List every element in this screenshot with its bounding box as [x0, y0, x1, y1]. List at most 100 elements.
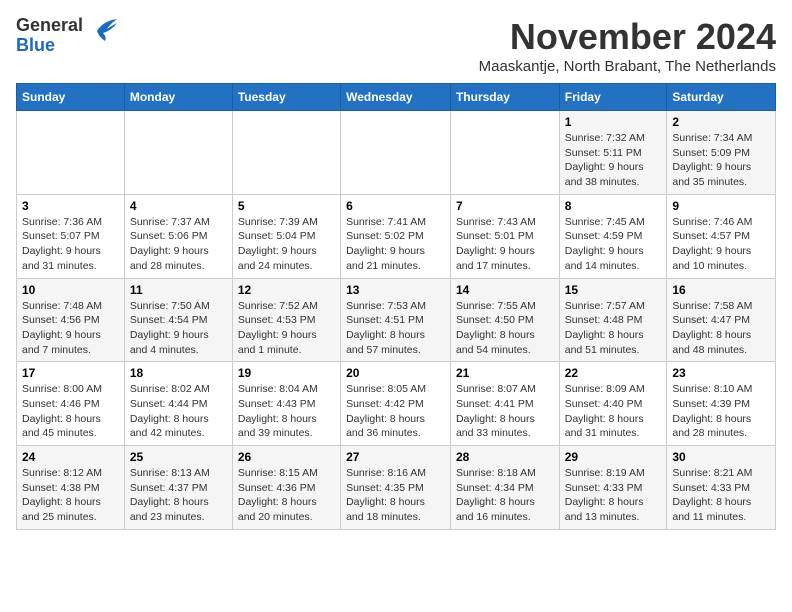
calendar-cell: 28 Sunrise: 8:18 AM Sunset: 4:34 PM Dayli… [450, 446, 559, 530]
day-info: Sunrise: 7:41 AM Sunset: 5:02 PM Dayligh… [346, 215, 445, 274]
calendar-cell: 26 Sunrise: 8:15 AM Sunset: 4:36 PM Dayli… [232, 446, 340, 530]
day-number: 6 [346, 199, 445, 213]
day-number: 7 [456, 199, 554, 213]
calendar-cell: 6 Sunrise: 7:41 AM Sunset: 5:02 PM Daylig… [341, 194, 451, 278]
day-info: Sunrise: 8:13 AM Sunset: 4:37 PM Dayligh… [130, 466, 227, 525]
calendar-week-row: 24 Sunrise: 8:12 AM Sunset: 4:38 PM Dayli… [17, 446, 776, 530]
day-header-thursday: Thursday [450, 84, 559, 111]
calendar-cell: 3 Sunrise: 7:36 AM Sunset: 5:07 PM Daylig… [17, 194, 125, 278]
day-number: 24 [22, 450, 119, 464]
day-header-saturday: Saturday [667, 84, 776, 111]
day-number: 8 [565, 199, 662, 213]
calendar-cell: 11Sunrise: 7:50 AM Sunset: 4:54 PM Dayli… [124, 278, 232, 362]
calendar-cell: 23Sunrise: 8:10 AM Sunset: 4:39 PM Dayli… [667, 362, 776, 446]
calendar-cell: 19 Sunrise: 8:04 AM Sunset: 4:43 PM Dayli… [232, 362, 340, 446]
day-number: 10 [22, 283, 119, 297]
day-number: 21 [456, 366, 554, 380]
day-info: Sunrise: 8:18 AM Sunset: 4:34 PM Dayligh… [456, 466, 554, 525]
day-number: 28 [456, 450, 554, 464]
day-number: 12 [238, 283, 335, 297]
day-number: 17 [22, 366, 119, 380]
calendar-cell: 17 Sunrise: 8:00 AM Sunset: 4:46 PM Dayli… [17, 362, 125, 446]
day-info: Sunrise: 8:04 AM Sunset: 4:43 PM Dayligh… [238, 382, 335, 441]
day-header-wednesday: Wednesday [341, 84, 451, 111]
calendar-cell [232, 111, 340, 195]
calendar-cell: 1 Sunrise: 7:32 AM Sunset: 5:11 PM Daylig… [559, 111, 667, 195]
calendar-week-row: 17 Sunrise: 8:00 AM Sunset: 4:46 PM Dayli… [17, 362, 776, 446]
day-number: 27 [346, 450, 445, 464]
day-info: Sunrise: 7:45 AM Sunset: 4:59 PM Dayligh… [565, 215, 662, 274]
day-number: 16 [672, 283, 770, 297]
calendar-cell: 7 Sunrise: 7:43 AM Sunset: 5:01 PM Daylig… [450, 194, 559, 278]
day-info: Sunrise: 7:34 AM Sunset: 5:09 PM Dayligh… [672, 131, 770, 190]
day-number: 2 [672, 115, 770, 129]
day-number: 22 [565, 366, 662, 380]
day-number: 26 [238, 450, 335, 464]
month-title: November 2024 [479, 16, 776, 58]
calendar-cell: 29Sunrise: 8:19 AM Sunset: 4:33 PM Dayli… [559, 446, 667, 530]
day-info: Sunrise: 7:32 AM Sunset: 5:11 PM Dayligh… [565, 131, 662, 190]
calendar-cell: 21 Sunrise: 8:07 AM Sunset: 4:41 PM Dayli… [450, 362, 559, 446]
day-info: Sunrise: 7:53 AM Sunset: 4:51 PM Dayligh… [346, 299, 445, 358]
day-info: Sunrise: 7:46 AM Sunset: 4:57 PM Dayligh… [672, 215, 770, 274]
day-info: Sunrise: 7:57 AM Sunset: 4:48 PM Dayligh… [565, 299, 662, 358]
day-number: 19 [238, 366, 335, 380]
calendar-cell: 9 Sunrise: 7:46 AM Sunset: 4:57 PM Daylig… [667, 194, 776, 278]
logo: General Blue [16, 16, 119, 56]
day-info: Sunrise: 8:07 AM Sunset: 4:41 PM Dayligh… [456, 382, 554, 441]
calendar-cell: 8 Sunrise: 7:45 AM Sunset: 4:59 PM Daylig… [559, 194, 667, 278]
calendar-cell: 22 Sunrise: 8:09 AM Sunset: 4:40 PM Dayli… [559, 362, 667, 446]
day-info: Sunrise: 7:36 AM Sunset: 5:07 PM Dayligh… [22, 215, 119, 274]
day-number: 9 [672, 199, 770, 213]
calendar: SundayMondayTuesdayWednesdayThursdayFrid… [16, 83, 776, 530]
day-number: 20 [346, 366, 445, 380]
header: General Blue November 2024 Maaskantje, N… [16, 16, 776, 75]
day-info: Sunrise: 7:58 AM Sunset: 4:47 PM Dayligh… [672, 299, 770, 358]
calendar-cell: 20Sunrise: 8:05 AM Sunset: 4:42 PM Dayli… [341, 362, 451, 446]
day-info: Sunrise: 8:12 AM Sunset: 4:38 PM Dayligh… [22, 466, 119, 525]
day-number: 23 [672, 366, 770, 380]
calendar-cell: 10 Sunrise: 7:48 AM Sunset: 4:56 PM Dayli… [17, 278, 125, 362]
calendar-cell: 13Sunrise: 7:53 AM Sunset: 4:51 PM Dayli… [341, 278, 451, 362]
day-info: Sunrise: 7:55 AM Sunset: 4:50 PM Dayligh… [456, 299, 554, 358]
calendar-cell: 12Sunrise: 7:52 AM Sunset: 4:53 PM Dayli… [232, 278, 340, 362]
day-number: 15 [565, 283, 662, 297]
day-number: 11 [130, 283, 227, 297]
day-number: 1 [565, 115, 662, 129]
calendar-cell: 2 Sunrise: 7:34 AM Sunset: 5:09 PM Daylig… [667, 111, 776, 195]
day-info: Sunrise: 7:48 AM Sunset: 4:56 PM Dayligh… [22, 299, 119, 358]
day-info: Sunrise: 7:43 AM Sunset: 5:01 PM Dayligh… [456, 215, 554, 274]
calendar-week-row: 10 Sunrise: 7:48 AM Sunset: 4:56 PM Dayli… [17, 278, 776, 362]
day-header-monday: Monday [124, 84, 232, 111]
calendar-cell: 4 Sunrise: 7:37 AM Sunset: 5:06 PM Daylig… [124, 194, 232, 278]
day-header-friday: Friday [559, 84, 667, 111]
day-info: Sunrise: 8:00 AM Sunset: 4:46 PM Dayligh… [22, 382, 119, 441]
day-number: 3 [22, 199, 119, 213]
day-number: 4 [130, 199, 227, 213]
title-section: November 2024 Maaskantje, North Brabant,… [479, 16, 776, 75]
day-info: Sunrise: 8:09 AM Sunset: 4:40 PM Dayligh… [565, 382, 662, 441]
day-number: 25 [130, 450, 227, 464]
day-info: Sunrise: 8:15 AM Sunset: 4:36 PM Dayligh… [238, 466, 335, 525]
day-info: Sunrise: 8:16 AM Sunset: 4:35 PM Dayligh… [346, 466, 445, 525]
day-header-sunday: Sunday [17, 84, 125, 111]
day-info: Sunrise: 8:02 AM Sunset: 4:44 PM Dayligh… [130, 382, 227, 441]
calendar-cell [124, 111, 232, 195]
logo-general: General [16, 15, 83, 35]
day-number: 30 [672, 450, 770, 464]
day-info: Sunrise: 8:21 AM Sunset: 4:33 PM Dayligh… [672, 466, 770, 525]
calendar-cell: 30 Sunrise: 8:21 AM Sunset: 4:33 PM Dayli… [667, 446, 776, 530]
calendar-cell: 5Sunrise: 7:39 AM Sunset: 5:04 PM Daylig… [232, 194, 340, 278]
calendar-cell [450, 111, 559, 195]
calendar-cell: 18 Sunrise: 8:02 AM Sunset: 4:44 PM Dayli… [124, 362, 232, 446]
day-number: 5 [238, 199, 335, 213]
day-number: 18 [130, 366, 227, 380]
subtitle: Maaskantje, North Brabant, The Netherlan… [479, 58, 776, 75]
calendar-cell: 15 Sunrise: 7:57 AM Sunset: 4:48 PM Dayli… [559, 278, 667, 362]
calendar-cell: 14 Sunrise: 7:55 AM Sunset: 4:50 PM Dayli… [450, 278, 559, 362]
day-info: Sunrise: 7:37 AM Sunset: 5:06 PM Dayligh… [130, 215, 227, 274]
day-number: 29 [565, 450, 662, 464]
calendar-cell: 27 Sunrise: 8:16 AM Sunset: 4:35 PM Dayli… [341, 446, 451, 530]
logo-blue: Blue [16, 35, 55, 55]
day-number: 14 [456, 283, 554, 297]
